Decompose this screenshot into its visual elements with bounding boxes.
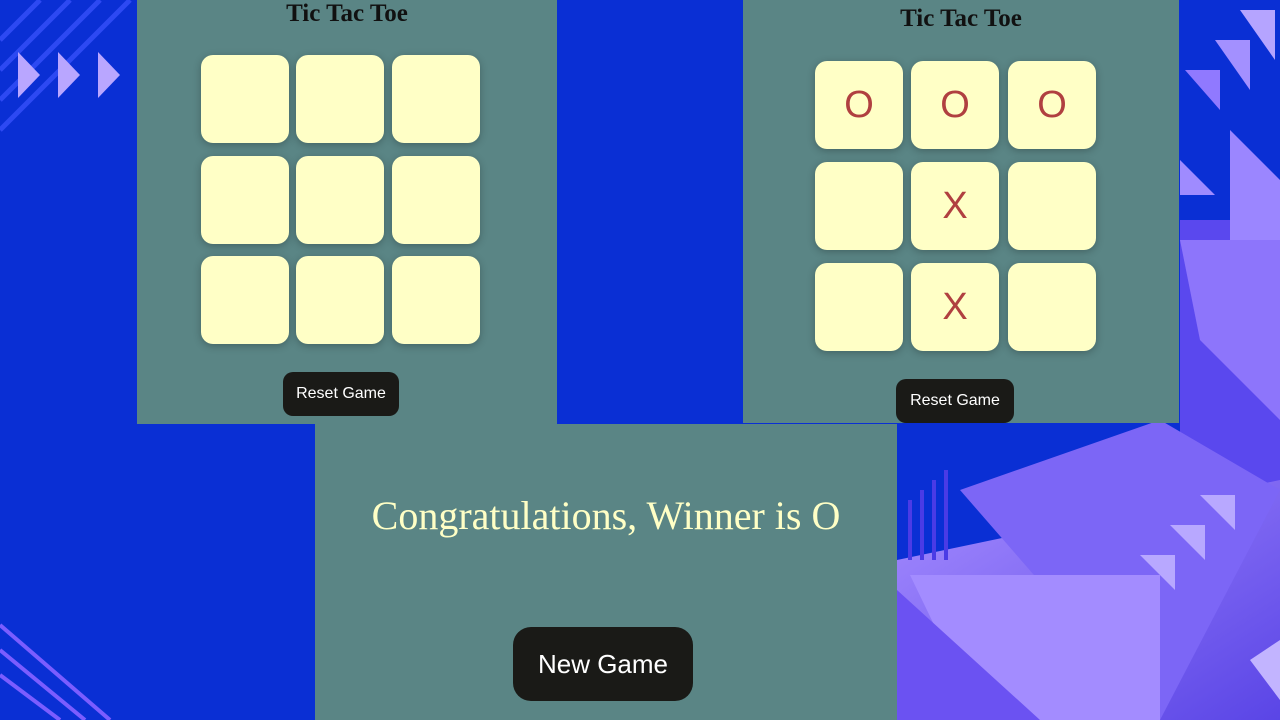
right-game-panel: Tic Tac Toe O O O X X Reset Game <box>743 0 1179 423</box>
left-cell-3[interactable] <box>392 55 480 143</box>
right-cell-8[interactable]: X <box>911 263 999 351</box>
left-cell-7[interactable] <box>201 256 289 344</box>
new-game-button[interactable]: New Game <box>513 627 693 701</box>
left-cell-9[interactable] <box>392 256 480 344</box>
left-cell-2[interactable] <box>296 55 384 143</box>
right-cell-3[interactable]: O <box>1008 61 1096 149</box>
right-cell-5[interactable]: X <box>911 162 999 250</box>
left-reset-button[interactable]: Reset Game <box>283 372 399 416</box>
right-cell-9[interactable] <box>1008 263 1096 351</box>
right-cell-4[interactable] <box>815 162 903 250</box>
left-cell-5[interactable] <box>296 156 384 244</box>
winner-message: Congratulations, Winner is O <box>371 493 841 538</box>
left-cell-6[interactable] <box>392 156 480 244</box>
right-cell-1[interactable]: O <box>815 61 903 149</box>
left-game-panel: Tic Tac Toe Reset Game <box>137 0 557 424</box>
left-cell-8[interactable] <box>296 256 384 344</box>
right-cell-2[interactable]: O <box>911 61 999 149</box>
right-cell-7[interactable] <box>815 263 903 351</box>
winner-panel: Congratulations, Winner is O New Game <box>315 424 897 720</box>
left-cell-4[interactable] <box>201 156 289 244</box>
right-game-title: Tic Tac Toe <box>900 5 1022 32</box>
right-cell-6[interactable] <box>1008 162 1096 250</box>
right-reset-button[interactable]: Reset Game <box>896 379 1014 423</box>
left-cell-1[interactable] <box>201 55 289 143</box>
left-game-title: Tic Tac Toe <box>286 0 408 27</box>
